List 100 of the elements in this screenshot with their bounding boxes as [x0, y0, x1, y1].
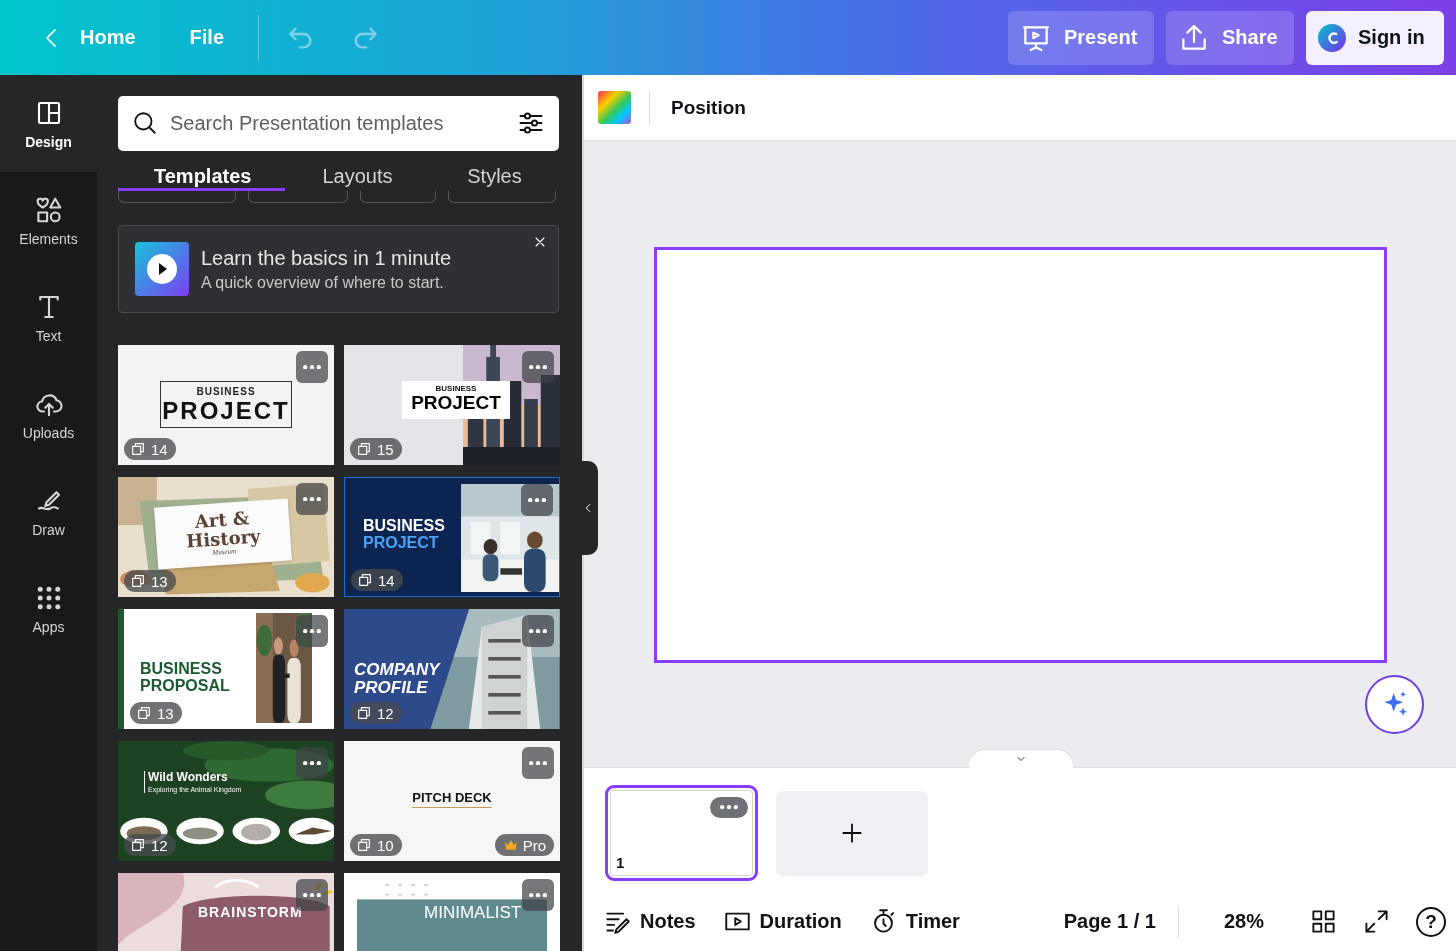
expand-icon	[1363, 908, 1390, 935]
more-icon	[529, 892, 547, 898]
grid-view-button[interactable]	[1310, 908, 1337, 935]
template-text: PITCH DECK	[412, 791, 492, 808]
template-text: BUSINESS	[140, 661, 222, 678]
more-icon	[303, 892, 321, 898]
more-icon	[303, 364, 321, 370]
timer-button[interactable]: Timer	[869, 908, 960, 935]
template-thumbnail[interactable]: BUSINESS PROPOSAL 13	[118, 609, 334, 729]
rail-item[interactable]: Apps	[0, 560, 97, 657]
search-field[interactable]: Search Presentation templates	[118, 96, 559, 151]
template-text: PROJECT	[363, 534, 439, 552]
notes-button[interactable]: Notes	[604, 908, 696, 935]
template-text: PROFILE	[354, 678, 428, 697]
pro-label: Pro	[522, 836, 546, 854]
more-icon	[529, 628, 547, 634]
tab[interactable]: Styles	[430, 165, 559, 191]
rail-label: Design	[25, 133, 72, 150]
template-text: PROPOSAL	[140, 677, 230, 695]
sliders-icon	[517, 109, 545, 137]
rail-label: Draw	[32, 521, 65, 538]
more-button[interactable]	[522, 351, 554, 383]
template-text: COMPANY	[354, 661, 440, 679]
page-count: 15	[377, 440, 394, 458]
pages-icon	[130, 573, 146, 589]
more-button[interactable]	[710, 797, 748, 818]
button-label: Share	[1222, 26, 1278, 49]
rail-item[interactable]: Text	[0, 269, 97, 366]
grid-icon	[1310, 908, 1337, 935]
template-text: PROJECT	[411, 393, 501, 414]
template-thumbnail[interactable]: BRAINSTORM	[118, 873, 334, 951]
button-label: Duration	[759, 910, 842, 933]
promo-card[interactable]: Learn the basics in 1 minute A quick overview of where to start.	[118, 225, 559, 313]
template-text: PROJECT	[162, 397, 290, 423]
template-thumbnail[interactable]: BUSINESS PROJECT 14	[344, 477, 560, 597]
more-button[interactable]	[522, 615, 554, 647]
template-thumbnail[interactable]: COMPANY PROFILE 12	[344, 609, 560, 729]
page-count: 14	[378, 571, 395, 589]
template-text: BRAINSTORM	[198, 905, 303, 920]
page-count: 14	[151, 440, 168, 458]
pages-icon	[356, 837, 372, 853]
zoom-button[interactable]: 28%	[1223, 910, 1264, 933]
page-thumbnail[interactable]: 1	[605, 785, 758, 881]
more-button[interactable]	[296, 747, 328, 779]
template-text: BUSINESS	[435, 385, 477, 394]
pages-icon	[130, 441, 146, 457]
search-icon	[132, 110, 158, 136]
tab[interactable]: Templates	[118, 165, 285, 191]
more-icon	[303, 496, 321, 502]
button-label: Timer	[905, 910, 960, 933]
more-button[interactable]	[522, 879, 554, 911]
present-button[interactable]: Present	[1008, 10, 1154, 65]
button-label: Present	[1064, 26, 1138, 49]
rail-label: Apps	[32, 618, 65, 635]
page-number: 1	[616, 854, 625, 871]
page-count: 12	[151, 836, 168, 854]
color-swatch[interactable]	[598, 91, 631, 124]
template-text: BUSINESS	[196, 387, 256, 398]
pages-icon	[357, 572, 373, 588]
more-icon	[529, 760, 547, 766]
position-button[interactable]: Position	[671, 90, 746, 125]
template-text: BUSINESS	[363, 518, 445, 535]
page-indicator[interactable]: Page 1 / 1	[1063, 910, 1156, 933]
duration-button[interactable]: Duration	[723, 908, 842, 935]
template-text: Art &	[194, 509, 250, 533]
slide[interactable]	[653, 246, 1387, 663]
logo-icon	[1318, 23, 1346, 52]
more-icon	[528, 497, 546, 503]
template-thumbnail[interactable]: PITCH DECK 10 Pro	[344, 741, 560, 861]
button-label: Sign in	[1358, 26, 1425, 49]
more-icon	[303, 760, 321, 766]
page-count: 12	[377, 704, 394, 722]
more-button[interactable]	[296, 615, 328, 647]
template-text: MINIMALIST	[424, 904, 522, 922]
rail-item[interactable]: Design	[0, 75, 97, 172]
rail-item[interactable]: Uploads	[0, 366, 97, 463]
help-button[interactable]: ?	[1416, 906, 1446, 937]
more-button[interactable]	[296, 483, 328, 515]
button-label: Notes	[640, 910, 696, 933]
rail-item[interactable]: Draw	[0, 463, 97, 560]
page-count: 13	[157, 704, 174, 722]
template-thumbnail[interactable]: BUSINESS PROJECT 15	[344, 345, 560, 465]
share-button[interactable]: Share	[1166, 10, 1294, 65]
template-thumbnail[interactable]: BUSINESS PROJECT 14	[118, 345, 334, 465]
rail-label: Text	[35, 327, 62, 344]
more-icon	[720, 805, 738, 810]
more-icon	[303, 628, 321, 634]
template-text: Wild Wonders	[148, 771, 228, 784]
sign-in-button[interactable]: Sign in	[1306, 10, 1444, 65]
pages-icon	[356, 441, 372, 457]
rail-item[interactable]: Elements	[0, 172, 97, 269]
promo-subtitle: A quick overview of where to start.	[201, 273, 445, 292]
pages-icon	[136, 705, 152, 721]
promo-title: Learn the basics in 1 minute	[201, 246, 452, 270]
more-button[interactable]	[521, 484, 553, 516]
pages-icon	[130, 837, 146, 853]
page-count: 13	[151, 572, 168, 590]
tab[interactable]: Layouts	[285, 165, 430, 191]
back-label: Home	[80, 26, 136, 49]
fullscreen-button[interactable]	[1363, 908, 1390, 935]
